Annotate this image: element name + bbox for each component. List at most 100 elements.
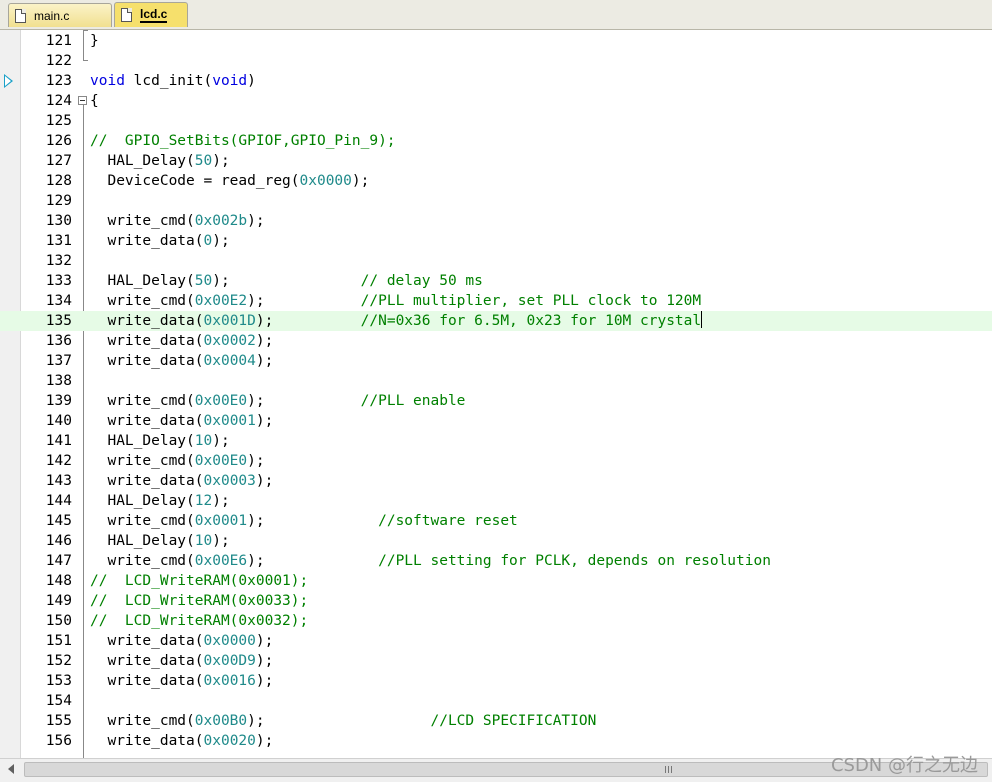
line-number: 139 — [45, 393, 72, 409]
code-line[interactable]: 132 — [0, 251, 992, 271]
line-number: 135 — [45, 313, 72, 329]
code-line[interactable]: 141 HAL_Delay(10); — [0, 431, 992, 451]
code-text[interactable]: write_cmd(0x00E6); //PLL setting for PCL… — [90, 551, 771, 571]
code-line[interactable]: 135 write_data(0x001D); //N=0x36 for 6.5… — [0, 311, 992, 331]
line-number: 138 — [45, 373, 72, 389]
code-text[interactable]: write_cmd(0x00E0); — [90, 451, 264, 471]
code-line[interactable]: 130 write_cmd(0x002b); — [0, 211, 992, 231]
code-text[interactable]: HAL_Delay(50); // delay 50 ms — [90, 271, 482, 291]
code-text[interactable]: write_data(0x0016); — [90, 671, 273, 691]
code-text[interactable]: write_data(0x00D9); — [90, 651, 273, 671]
line-number: 144 — [45, 493, 72, 509]
code-text[interactable]: write_data(0x0004); — [90, 351, 273, 371]
line-number: 124 — [45, 93, 72, 109]
file-icon — [15, 8, 26, 23]
code-line[interactable]: 125 — [0, 111, 992, 131]
line-number: 155 — [45, 713, 72, 729]
watermark: CSDN @行之无边 — [830, 755, 978, 776]
line-number: 126 — [45, 133, 72, 149]
code-line[interactable]: 121} — [0, 31, 992, 51]
code-line[interactable]: 123 void lcd_init(void) — [0, 71, 992, 91]
code-line[interactable]: 156 write_data(0x0020); — [0, 731, 992, 751]
code-text[interactable]: void lcd_init(void) — [90, 71, 256, 91]
code-line[interactable]: 146 HAL_Delay(10); — [0, 531, 992, 551]
line-number: 149 — [45, 593, 72, 609]
line-number: 128 — [45, 173, 72, 189]
code-editor[interactable]: 121} 122 123 void lcd_init(void) 124 {125 126 /… — [0, 30, 992, 758]
tab-main-c[interactable]: main.c — [8, 3, 112, 27]
code-line[interactable]: 137 write_data(0x0004); — [0, 351, 992, 371]
code-line[interactable]: 122 — [0, 51, 992, 71]
code-line[interactable]: 152 write_data(0x00D9); — [0, 651, 992, 671]
line-number: 121 — [45, 33, 72, 49]
code-line[interactable]: 127 HAL_Delay(50); — [0, 151, 992, 171]
code-text[interactable]: write_cmd(0x00B0); //LCD SPECIFICATION — [90, 711, 596, 731]
line-number: 122 — [45, 53, 72, 69]
line-number: 130 — [45, 213, 72, 229]
code-text[interactable]: { — [90, 91, 99, 111]
code-text[interactable]: // LCD_WriteRAM(0x0033); — [90, 591, 308, 611]
code-text[interactable]: HAL_Delay(12); — [90, 491, 229, 511]
code-text[interactable]: // LCD_WriteRAM(0x0001); — [90, 571, 308, 591]
code-line[interactable]: 145 write_cmd(0x0001); //software reset — [0, 511, 992, 531]
line-number: 152 — [45, 653, 72, 669]
code-text[interactable]: // GPIO_SetBits(GPIOF,GPIO_Pin_9); — [90, 131, 396, 151]
code-text[interactable]: write_cmd(0x00E2); //PLL multiplier, set… — [90, 291, 701, 311]
code-line[interactable]: 144 HAL_Delay(12); — [0, 491, 992, 511]
code-line[interactable]: 126 // GPIO_SetBits(GPIOF,GPIO_Pin_9); — [0, 131, 992, 151]
code-text[interactable]: write_data(0x0000); — [90, 631, 273, 651]
code-text[interactable]: write_data(0x001D); //N=0x36 for 6.5M, 0… — [90, 311, 703, 331]
tab-lcd-c[interactable]: lcd.c — [114, 2, 188, 27]
line-number: 142 — [45, 453, 72, 469]
line-number: 134 — [45, 293, 72, 309]
code-line[interactable]: 136 write_data(0x0002); — [0, 331, 992, 351]
code-line[interactable]: 134 write_cmd(0x00E2); //PLL multiplier,… — [0, 291, 992, 311]
line-number: 129 — [45, 193, 72, 209]
code-text[interactable]: write_data(0x0003); — [90, 471, 273, 491]
code-line[interactable]: 128 DeviceCode = read_reg(0x0000); — [0, 171, 992, 191]
scroll-left-icon[interactable] — [8, 764, 14, 774]
code-text[interactable]: DeviceCode = read_reg(0x0000); — [90, 171, 369, 191]
code-line[interactable]: 148 // LCD_WriteRAM(0x0001); — [0, 571, 992, 591]
line-number: 154 — [45, 693, 72, 709]
line-number: 153 — [45, 673, 72, 689]
code-line[interactable]: 143 write_data(0x0003); — [0, 471, 992, 491]
code-line[interactable]: 124 { — [0, 91, 992, 111]
code-text[interactable]: write_cmd(0x002b); — [90, 211, 264, 231]
code-line[interactable]: 155 write_cmd(0x00B0); //LCD SPECIFICATI… — [0, 711, 992, 731]
code-text[interactable]: HAL_Delay(10); — [90, 431, 229, 451]
code-text[interactable]: HAL_Delay(10); — [90, 531, 229, 551]
file-icon — [121, 8, 132, 22]
code-text[interactable]: // LCD_WriteRAM(0x0032); — [90, 611, 308, 631]
line-number: 156 — [45, 733, 72, 749]
line-number: 123 — [45, 73, 72, 89]
code-text[interactable]: write_data(0x0020); — [90, 731, 273, 751]
line-number: 131 — [45, 233, 72, 249]
line-number: 146 — [45, 533, 72, 549]
code-text[interactable]: write_data(0); — [90, 231, 229, 251]
code-line[interactable]: 140 write_data(0x0001); — [0, 411, 992, 431]
text-cursor — [701, 311, 703, 328]
code-line[interactable]: 142 write_cmd(0x00E0); — [0, 451, 992, 471]
line-number: 150 — [45, 613, 72, 629]
code-line[interactable]: 151 write_data(0x0000); — [0, 631, 992, 651]
code-line[interactable]: 139 write_cmd(0x00E0); //PLL enable — [0, 391, 992, 411]
code-text[interactable]: write_cmd(0x00E0); //PLL enable — [90, 391, 465, 411]
code-line[interactable]: 150 // LCD_WriteRAM(0x0032); — [0, 611, 992, 631]
tab-bar: main.c lcd.c — [0, 0, 992, 30]
code-text[interactable]: write_cmd(0x0001); //software reset — [90, 511, 517, 531]
scroll-grip-icon — [665, 766, 674, 773]
code-line[interactable]: 153 write_data(0x0016); — [0, 671, 992, 691]
code-line[interactable]: 149 // LCD_WriteRAM(0x0033); — [0, 591, 992, 611]
code-text[interactable]: write_data(0x0002); — [90, 331, 273, 351]
line-number: 145 — [45, 513, 72, 529]
code-line[interactable]: 147 write_cmd(0x00E6); //PLL setting for… — [0, 551, 992, 571]
code-line[interactable]: 138 — [0, 371, 992, 391]
code-line[interactable]: 133 HAL_Delay(50); // delay 50 ms — [0, 271, 992, 291]
code-line[interactable]: 131 write_data(0); — [0, 231, 992, 251]
code-text[interactable]: HAL_Delay(50); — [90, 151, 229, 171]
code-text[interactable]: write_data(0x0001); — [90, 411, 273, 431]
code-text[interactable]: } — [90, 31, 99, 51]
code-line[interactable]: 129 — [0, 191, 992, 211]
code-line[interactable]: 154 — [0, 691, 992, 711]
